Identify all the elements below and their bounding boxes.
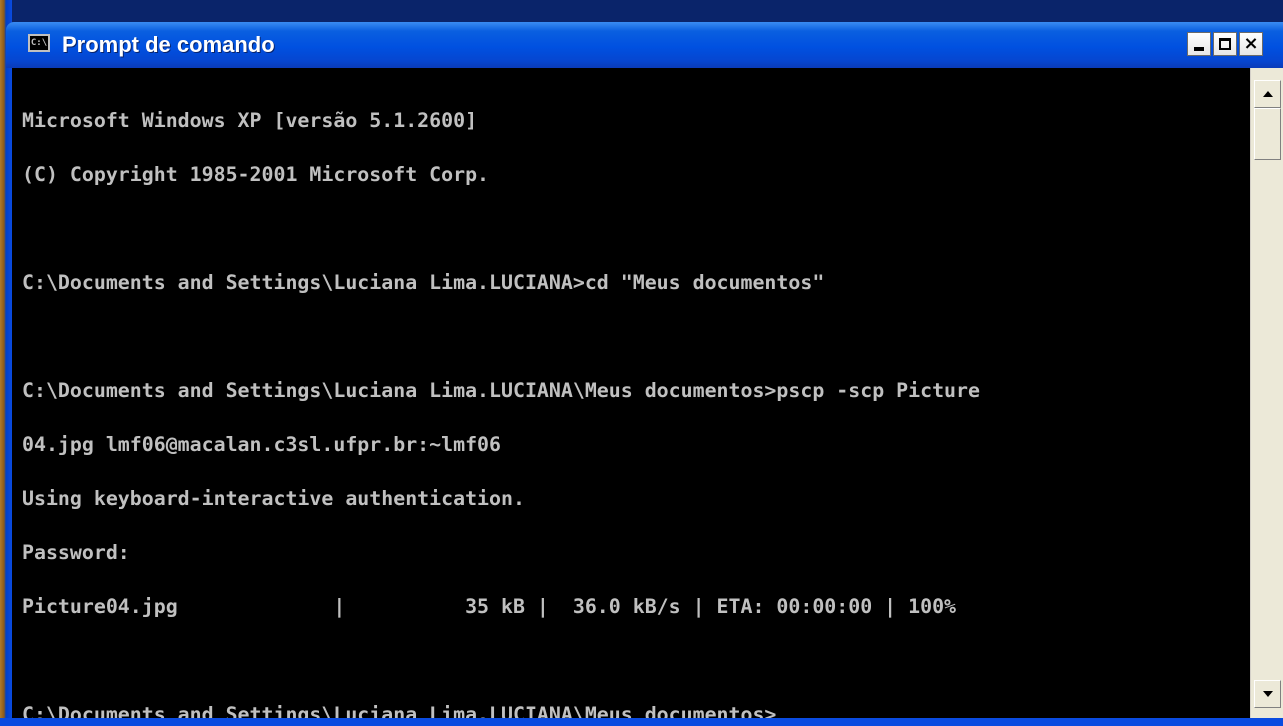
console-line: 04.jpg lmf06@macalan.c3sl.ufpr.br:~lmf06	[22, 433, 502, 456]
maximize-icon	[1219, 38, 1231, 50]
command-prompt-window: C:\ Prompt de comando × Microsoft Window…	[0, 0, 1283, 726]
window-left-border	[0, 0, 12, 726]
console-line: Using keyboard-interactive authenticatio…	[22, 487, 525, 510]
console-line: Password:	[22, 541, 130, 564]
console-line: Microsoft Windows XP [versão 5.1.2600]	[22, 109, 478, 132]
console-text: Microsoft Windows XP [versão 5.1.2600] (…	[22, 76, 980, 718]
minimize-icon	[1194, 47, 1204, 51]
console-output-area[interactable]: Microsoft Windows XP [versão 5.1.2600] (…	[12, 68, 1250, 718]
console-line: C:\Documents and Settings\Luciana Lima.L…	[22, 379, 980, 402]
scroll-down-button[interactable]	[1254, 680, 1281, 708]
console-line: Picture04.jpg | 35 kB | 36.0 kB/s | ETA:…	[22, 595, 957, 618]
scroll-down-arrow-icon	[1262, 691, 1273, 697]
scroll-up-button[interactable]	[1254, 80, 1281, 108]
vertical-scrollbar[interactable]	[1250, 68, 1283, 718]
window-title: Prompt de comando	[62, 32, 275, 57]
console-line: C:\Documents and Settings\Luciana Lima.L…	[22, 271, 825, 294]
window-bottom-border	[0, 718, 1283, 726]
console-line: (C) Copyright 1985-2001 Microsoft Corp.	[22, 163, 490, 186]
maximize-button[interactable]	[1213, 32, 1237, 56]
console-prompt-line: C:\Documents and Settings\Luciana Lima.L…	[22, 703, 777, 718]
scrollbar-thumb[interactable]	[1254, 108, 1281, 160]
console-app-icon[interactable]: C:\	[28, 34, 50, 52]
scroll-up-arrow-icon	[1262, 91, 1273, 97]
close-icon: ×	[1243, 33, 1259, 54]
minimize-button[interactable]	[1187, 32, 1211, 56]
close-button[interactable]: ×	[1239, 32, 1263, 56]
